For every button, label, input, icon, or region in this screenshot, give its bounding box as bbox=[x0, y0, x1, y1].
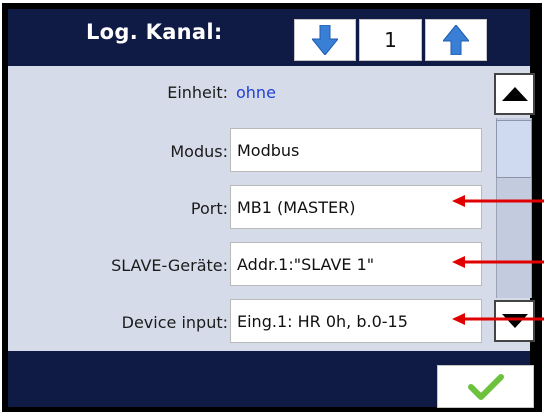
channel-up-button[interactable] bbox=[425, 19, 487, 61]
arrow-down-icon bbox=[312, 25, 338, 55]
modus-field[interactable]: Modbus bbox=[230, 128, 482, 172]
scroll-up-button[interactable] bbox=[494, 73, 535, 115]
port-field[interactable]: MB1 (MASTER) bbox=[230, 185, 482, 229]
annotation-arrow-slave bbox=[452, 256, 544, 268]
checkmark-icon bbox=[467, 373, 504, 400]
annotation-arrow-port bbox=[452, 195, 544, 207]
page-title: Log. Kanal: bbox=[86, 20, 223, 44]
slave-label: SLAVE-Geräte: bbox=[111, 256, 228, 275]
slave-value: Addr.1:"SLAVE 1" bbox=[237, 254, 375, 274]
channel-number-field[interactable]: 1 bbox=[359, 19, 422, 61]
triangle-up-icon bbox=[501, 87, 528, 101]
port-value: MB1 (MASTER) bbox=[237, 197, 356, 217]
port-label: Port: bbox=[190, 199, 228, 218]
channel-down-button[interactable] bbox=[294, 19, 356, 61]
device-input-field[interactable]: Eing.1: HR 0h, b.0-15 bbox=[230, 299, 482, 343]
annotation-arrow-device bbox=[452, 313, 544, 325]
einheit-value[interactable]: ohne bbox=[236, 83, 276, 102]
einheit-label: Einheit: bbox=[167, 83, 228, 102]
modus-value: Modbus bbox=[237, 140, 300, 160]
ok-button[interactable] bbox=[437, 365, 534, 408]
slave-field[interactable]: Addr.1:"SLAVE 1" bbox=[230, 242, 482, 286]
arrow-up-icon bbox=[443, 25, 469, 55]
device-input-value: Eing.1: HR 0h, b.0-15 bbox=[237, 311, 408, 331]
modus-label: Modus: bbox=[170, 142, 228, 161]
device-input-label: Device input: bbox=[121, 313, 228, 332]
scroll-thumb[interactable] bbox=[496, 120, 532, 178]
